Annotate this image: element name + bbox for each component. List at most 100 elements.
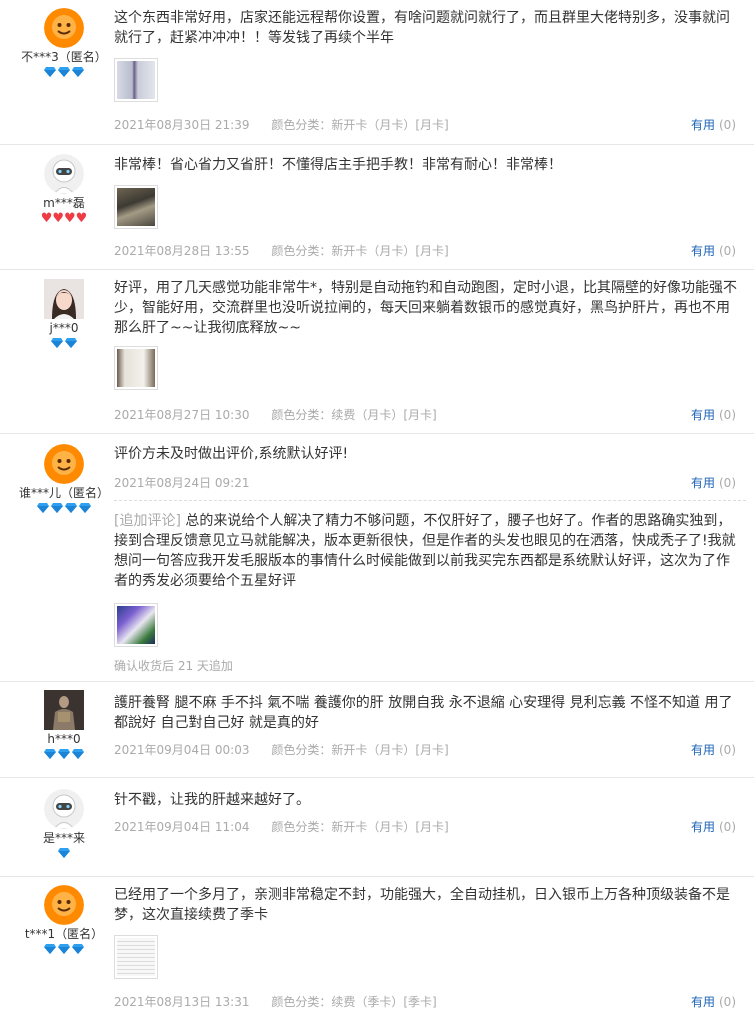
reviewer-name: 谁***儿（匿名） <box>18 486 109 500</box>
useful-button[interactable]: 有用 <box>691 820 715 834</box>
review-text: 護肝養腎 腿不麻 手不抖 氣不喘 養護你的肝 放開自我 永不退縮 心安理得 見利… <box>114 695 733 731</box>
review-sku: 颜色分类：新开卡（月卡）[月卡] <box>271 118 449 132</box>
girl-photo-avatar[interactable] <box>44 279 84 319</box>
review-item: 不***3（匿名） 这个东西非常好用，店家还能远程帮你设置，有啥问题就问就行了，… <box>0 0 754 145</box>
review-meta: 2021年08月30日 21:39 颜色分类：新开卡（月卡）[月卡] 有用 (0) <box>114 117 736 133</box>
reviewer-info: m***磊 ♥♥♥♥ <box>0 145 128 225</box>
review-meta: 2021年09月04日 00:03 颜色分类：新开卡（月卡）[月卡] 有用 (0) <box>114 742 736 758</box>
review-item: j***0 好评，用了几天感觉功能非常牛*，特别是自动拖钓和自动跑图，定时小退，… <box>0 270 754 434</box>
reviewer-info: 是***来 <box>0 778 128 860</box>
useful-count: (0) <box>719 743 736 757</box>
reviewer-name: h***0 <box>47 732 81 746</box>
append-tag: [追加评论] <box>114 513 181 529</box>
review-text: 针不戳，让我的肝越来越好了。 <box>114 792 310 808</box>
review-text: 好评，用了几天感觉功能非常牛*，特别是自动拖钓和自动跑图，定时小退，比其隔壁的好… <box>114 280 737 336</box>
reviewer-level-badges <box>0 944 128 956</box>
review-date: 2021年08月24日 09:21 <box>114 476 250 490</box>
diamond-icon <box>44 944 56 954</box>
useful-button[interactable]: 有用 <box>691 995 715 1009</box>
white-robot-avatar[interactable] <box>44 789 84 829</box>
review-item: 谁***儿（匿名） 评价方未及时做出评价,系统默认好评! 2021年08月24日… <box>0 434 754 682</box>
diamond-icon <box>58 749 70 759</box>
review-text: 这个东西非常好用，店家还能远程帮你设置，有啥问题就问就行了，而且群里大佬特别多，… <box>114 10 730 46</box>
review-meta: 2021年08月27日 10:30 颜色分类：续费（月卡）[月卡] 有用 (0) <box>114 407 736 423</box>
review-photo-thumbnail[interactable] <box>114 935 158 979</box>
review-meta: 2021年08月28日 13:55 颜色分类：新开卡（月卡）[月卡] 有用 (0) <box>114 243 736 259</box>
diamond-icon <box>65 503 77 513</box>
useful-button[interactable]: 有用 <box>691 244 715 258</box>
useful-count: (0) <box>719 476 736 490</box>
white-robot-avatar[interactable] <box>44 154 84 194</box>
review-sku: 颜色分类：新开卡（月卡）[月卡] <box>271 820 449 834</box>
review-date: 2021年08月28日 13:55 <box>114 244 250 258</box>
review-item: t***1（匿名） 已经用了一个多月了，亲测非常稳定不封，功能强大，全自动挂机，… <box>0 877 754 1016</box>
reviewer-info: 谁***儿（匿名） <box>0 434 128 515</box>
useful-button[interactable]: 有用 <box>691 743 715 757</box>
orange-mascot-avatar[interactable] <box>44 444 84 484</box>
append-divider <box>114 500 746 501</box>
useful-count: (0) <box>719 118 736 132</box>
reviewer-name: m***磊 <box>43 196 85 210</box>
reviewer-info: j***0 <box>0 270 128 350</box>
heart-icon: ♥ <box>52 211 64 226</box>
review-sku: 颜色分类：新开卡（月卡）[月卡] <box>271 743 449 757</box>
review-text: 非常棒！省心省力又省肝！不懂得店主手把手教！非常有耐心！非常棒！ <box>114 157 562 173</box>
useful-button[interactable]: 有用 <box>691 408 715 422</box>
review-meta: 2021年08月24日 09:21 有用 (0) <box>114 475 736 491</box>
review-photo-thumbnail[interactable] <box>114 346 158 390</box>
useful-count: (0) <box>719 995 736 1009</box>
useful-button[interactable]: 有用 <box>691 476 715 490</box>
diamond-icon <box>58 67 70 77</box>
append-review-text: [追加评论] 总的来说给个人解决了精力不够问题，不仅肝好了，腰子也好了。作者的思… <box>114 511 740 591</box>
useful-vote: 有用 (0) <box>691 407 736 423</box>
reviewer-level-badges <box>0 749 128 761</box>
diamond-icon <box>79 503 91 513</box>
useful-count: (0) <box>719 244 736 258</box>
reviewer-name: t***1（匿名） <box>24 927 104 941</box>
diamond-icon <box>65 338 77 348</box>
reviewer-level-badges <box>0 67 128 79</box>
diamond-icon <box>44 749 56 759</box>
orange-mascot-avatar[interactable] <box>44 885 84 925</box>
diamond-icon <box>58 944 70 954</box>
reviewer-level-badges: ♥♥♥♥ <box>0 211 128 226</box>
reviewer-level-badges <box>0 338 128 350</box>
review-item: 是***来 针不戳，让我的肝越来越好了。 2021年09月04日 11:04 颜… <box>0 778 754 877</box>
reviewer-info: h***0 <box>0 682 128 761</box>
review-photo-thumbnail[interactable] <box>114 58 158 102</box>
useful-vote: 有用 (0) <box>691 243 736 259</box>
append-time-note: 确认收货后 21 天追加 <box>114 659 233 673</box>
review-date: 2021年08月13日 13:31 <box>114 995 250 1009</box>
heart-icon: ♥ <box>75 211 88 226</box>
diamond-icon <box>44 67 56 77</box>
review-photo-thumbnail[interactable] <box>114 603 158 647</box>
review-meta: 2021年08月13日 13:31 颜色分类：续费（季卡）[季卡] 有用 (0) <box>114 994 736 1010</box>
review-sku: 颜色分类：新开卡（月卡）[月卡] <box>271 244 449 258</box>
reviewer-name: 不***3（匿名） <box>21 50 107 64</box>
reviewer-info: t***1（匿名） <box>0 877 128 956</box>
diamond-icon <box>72 944 84 954</box>
append-text: 总的来说给个人解决了精力不够问题，不仅肝好了，腰子也好了。作者的思路确实独到，接… <box>114 513 736 589</box>
useful-button[interactable]: 有用 <box>691 118 715 132</box>
useful-vote: 有用 (0) <box>691 819 736 835</box>
review-item: m***磊 ♥♥♥♥ 非常棒！省心省力又省肝！不懂得店主手把手教！非常有耐心！非… <box>0 145 754 270</box>
review-date: 2021年08月30日 21:39 <box>114 118 250 132</box>
review-meta: 2021年09月04日 11:04 颜色分类：新开卡（月卡）[月卡] 有用 (0) <box>114 819 736 835</box>
heart-icon: ♥ <box>40 211 53 226</box>
figure-photo-avatar[interactable] <box>44 690 84 730</box>
orange-mascot-avatar[interactable] <box>44 8 84 48</box>
diamond-icon <box>58 848 70 858</box>
diamond-icon <box>37 503 49 513</box>
review-date: 2021年08月27日 10:30 <box>114 408 250 422</box>
diamond-icon <box>51 338 63 348</box>
review-sku: 颜色分类：续费（月卡）[月卡] <box>271 408 437 422</box>
review-date: 2021年09月04日 00:03 <box>114 743 250 757</box>
useful-vote: 有用 (0) <box>691 117 736 133</box>
useful-count: (0) <box>719 820 736 834</box>
review-photo-thumbnail[interactable] <box>114 185 158 229</box>
useful-count: (0) <box>719 408 736 422</box>
useful-vote: 有用 (0) <box>691 994 736 1010</box>
review-sku: 颜色分类：续费（季卡）[季卡] <box>271 995 437 1009</box>
reviewer-level-badges <box>0 848 128 860</box>
reviewer-info: 不***3（匿名） <box>0 0 128 79</box>
